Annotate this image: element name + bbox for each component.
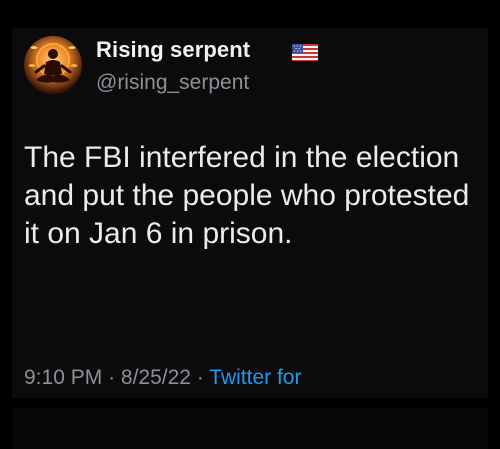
avatar-image	[24, 36, 82, 94]
tweet-metadata: 9:10 PM · 8/25/22 · Twitter for	[24, 366, 301, 390]
tweet-text: The FBI interfered in the election and p…	[24, 141, 470, 250]
display-name[interactable]: Rising serpent	[96, 37, 250, 63]
user-handle[interactable]: @rising_serpent	[96, 71, 249, 95]
tweet-date[interactable]: 8/25/22	[121, 366, 191, 389]
meta-separator: ·	[108, 366, 116, 389]
meta-separator: ·	[196, 366, 204, 389]
tweet-time[interactable]: 9:10 PM	[24, 366, 102, 389]
cropped-bottom-area	[12, 408, 488, 449]
meditating-figure-avatar[interactable]	[24, 36, 82, 94]
tweet-source-link[interactable]: Twitter for	[209, 366, 301, 389]
screenshot-frame: Rising serpent @rising_serpent The FBI i…	[0, 0, 500, 449]
us-flag-icon	[292, 44, 318, 61]
